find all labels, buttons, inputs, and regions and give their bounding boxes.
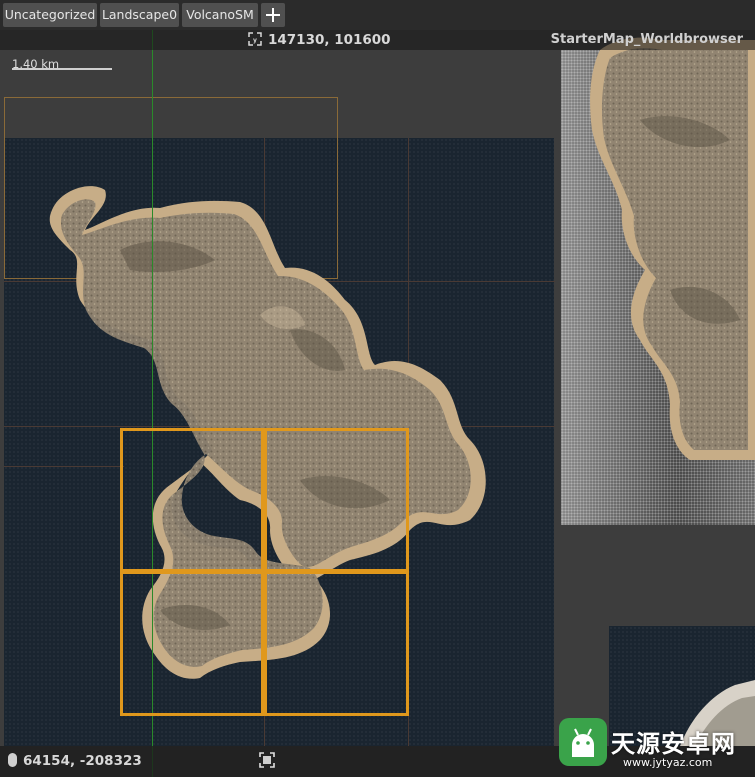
viewport-top-bar: y 147130, 101600 StarterMap_Worldbrowser bbox=[0, 30, 755, 50]
mouse-icon bbox=[8, 753, 17, 767]
crosshair-icon: y bbox=[248, 32, 262, 46]
selected-tile[interactable] bbox=[264, 428, 409, 572]
map-scale-bar bbox=[12, 68, 112, 70]
selected-tile[interactable] bbox=[264, 571, 409, 716]
watermark-title: 天源安卓网 bbox=[611, 730, 736, 758]
selected-tile[interactable] bbox=[120, 571, 264, 716]
tab-landscape0[interactable]: Landscape0 bbox=[100, 3, 179, 27]
top-coords-value: 147130, 101600 bbox=[268, 32, 391, 48]
tab-volcanosm[interactable]: VolcanoSM bbox=[182, 3, 258, 27]
mouse-coordinates: 64154, -208323 bbox=[8, 746, 142, 777]
camera-coordinates: y 147130, 101600 bbox=[248, 30, 391, 50]
selected-tile[interactable] bbox=[120, 428, 264, 572]
site-watermark: 天源安卓网 www.jytyaz.com bbox=[553, 712, 755, 777]
level-tab-bar: Uncategorized Landscape0 VolcanoSM bbox=[0, 0, 755, 30]
plus-icon[interactable] bbox=[261, 3, 285, 27]
tab-uncategorized[interactable]: Uncategorized bbox=[3, 3, 97, 27]
world-composition-viewport[interactable]: y 147130, 101600 StarterMap_Worldbrowser… bbox=[0, 30, 755, 777]
watermark-url: www.jytyaz.com bbox=[623, 756, 713, 769]
bottom-coords-value: 64154, -208323 bbox=[23, 753, 142, 769]
watermark-logo bbox=[559, 718, 607, 766]
world-map-name: StarterMap_Worldbrowser bbox=[550, 32, 743, 47]
focus-frame-icon[interactable] bbox=[259, 752, 275, 768]
svg-text:y: y bbox=[253, 37, 257, 44]
